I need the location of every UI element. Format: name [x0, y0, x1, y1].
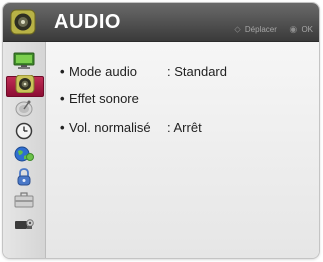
menu-header: AUDIO ⬦ Déplacer ◉ OK — [3, 3, 319, 42]
lock-icon — [13, 167, 35, 191]
channel-satellite-icon — [13, 99, 35, 122]
bullet: • — [60, 90, 65, 106]
sidebar-item-channel[interactable] — [8, 100, 39, 120]
sidebar-item-input[interactable] — [8, 216, 39, 236]
options-toolbox-icon — [13, 191, 35, 214]
menu-item-label: Effet sonore — [69, 90, 139, 106]
bullet: • — [60, 63, 65, 79]
sidebar-item-picture[interactable] — [8, 52, 39, 75]
menu-item-value: : Standard — [167, 63, 227, 79]
time-clock-icon — [13, 122, 35, 145]
sidebar-item-lock[interactable] — [8, 167, 39, 191]
move-arrows-icon: ⬦ — [234, 24, 241, 34]
page-title: AUDIO — [54, 11, 121, 33]
network-globe-icon — [13, 145, 35, 168]
menu-item-effet-sonore[interactable]: • Effet sonore — [60, 89, 167, 107]
menu-item-mode-audio[interactable]: • Mode audio : Standard — [60, 62, 227, 80]
sidebar-item-options[interactable] — [8, 191, 39, 214]
key-hints: ⬦ Déplacer ◉ OK — [234, 24, 313, 35]
sidebar-item-time[interactable] — [8, 122, 39, 145]
menu-item-label: Vol. normalisé — [69, 119, 151, 135]
bullet: • — [60, 119, 65, 135]
menu-item-value: : Arrêt — [167, 119, 202, 135]
sidebar-item-network[interactable] — [8, 146, 39, 166]
category-sidebar — [3, 42, 46, 258]
ok-hint-label: OK — [301, 25, 313, 34]
move-hint-label: Déplacer — [244, 25, 277, 34]
menu-content: • Mode audio : Standard • Effet sonore •… — [46, 42, 319, 258]
input-camera-icon — [13, 215, 35, 238]
ok-button-icon: ◉ — [289, 24, 298, 34]
sidebar-item-audio[interactable] — [6, 74, 44, 98]
menu-item-vol-normalise[interactable]: • Vol. normalisé : Arrêt — [60, 118, 202, 136]
audio-menu-window: AUDIO ⬦ Déplacer ◉ OK • Mode audio: Sta… — [3, 3, 319, 258]
audio-speaker-icon — [10, 9, 36, 35]
menu-item-label: Mode audio — [69, 63, 137, 79]
picture-monitor-icon — [13, 52, 35, 75]
audio-speaker-icon — [14, 74, 36, 98]
